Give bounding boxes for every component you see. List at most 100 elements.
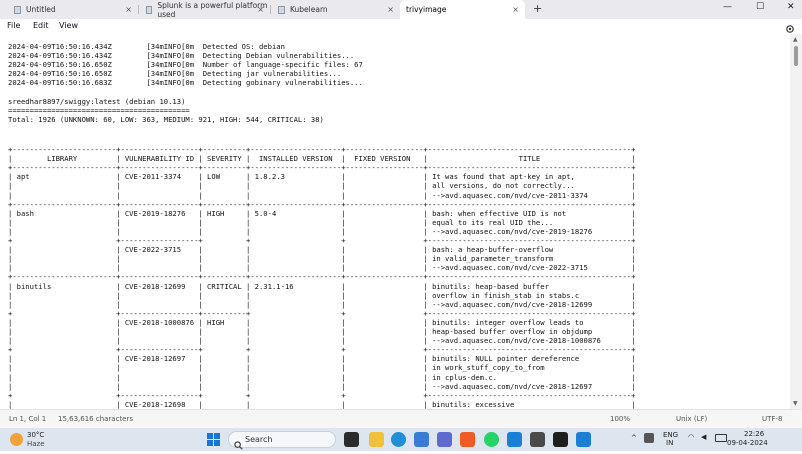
- table-row: | | | | | | heap-based buffer overflow i…: [8, 327, 635, 336]
- close-tab-icon[interactable]: ×: [387, 5, 394, 14]
- table-row: | bash | CVE-2019-18276 | HIGH | 5.0-4 |…: [8, 209, 635, 218]
- table-border: +------------------------+--------------…: [8, 272, 635, 281]
- menu-file[interactable]: File: [7, 21, 20, 30]
- tab-label: trivyimage: [406, 5, 446, 14]
- report-image-name: sreedhar8897/swiggy:latest (debian 10.13…: [8, 97, 185, 106]
- show-hidden-icons-chevron-icon[interactable]: ^: [631, 434, 637, 442]
- line-ending[interactable]: Unix (LF): [676, 415, 707, 423]
- tab-bar: Untitled × Splunk is a powerful platform…: [0, 0, 802, 19]
- windows-start-icon[interactable]: [206, 432, 221, 447]
- table-border: +------------------------+--------------…: [8, 163, 635, 172]
- photos-icon[interactable]: [414, 432, 429, 447]
- menu-bar: File Edit View: [0, 19, 802, 34]
- close-button[interactable]: ✕: [787, 2, 795, 12]
- status-bar: Ln 1, Col 1 15,63,616 characters 100% Un…: [0, 409, 802, 429]
- clock-date[interactable]: 09-04-2024: [727, 439, 768, 447]
- tab-divider: [138, 5, 139, 14]
- tab-kubelearn[interactable]: Kubelearn ×: [272, 0, 400, 19]
- log-line: 2024-04-09T16:50:16.650Z [34mINFO[0m N…: [8, 60, 363, 69]
- new-tab-button[interactable]: +: [533, 2, 542, 15]
- scroll-up-arrow-icon[interactable]: ▲: [793, 36, 798, 43]
- table-row: | | CVE-2018-1000876 | HIGH | | | binuti…: [8, 318, 635, 327]
- calculator-icon[interactable]: [530, 432, 545, 447]
- notepad-icon: [14, 6, 21, 14]
- log-line: 2024-04-09T16:50:16.434Z [34mINFO[0m D…: [8, 42, 285, 51]
- file-explorer-icon[interactable]: [369, 432, 384, 447]
- tab-label: Splunk is a powerful platform used: [157, 1, 270, 19]
- table-border: + +------------------+----------+ + +---…: [8, 309, 635, 318]
- weather-condition: Haze: [27, 440, 45, 448]
- tab-trivyimage[interactable]: trivyimage ×: [400, 0, 525, 19]
- table-row: | | | | | | all versions, do not correct…: [8, 181, 635, 190]
- tab-label: Kubelearn: [290, 5, 328, 14]
- tab-divider: [270, 5, 271, 14]
- table-border: +------------------------+--------------…: [8, 200, 635, 209]
- vertical-scrollbar[interactable]: ▲ ▼: [790, 34, 802, 409]
- maximize-button[interactable]: ☐: [756, 2, 764, 12]
- report-divider: ========================================…: [8, 106, 190, 115]
- table-row: | | | | | | -->avd.aquasec.com/nvd/cve-2…: [8, 263, 635, 272]
- weather-haze-icon: [10, 433, 23, 446]
- table-row: | | | | | | in work_stuff_copy_to_from |: [8, 363, 635, 372]
- cursor-position: Ln 1, Col 1: [9, 415, 46, 423]
- table-border: +------------------------+--------------…: [8, 145, 635, 154]
- weather-temperature: 30°C: [27, 431, 44, 439]
- close-tab-icon[interactable]: ×: [257, 5, 264, 14]
- taskbar-search[interactable]: Search: [228, 431, 336, 448]
- log-line: 2024-04-09T16:50:16.650Z [34mINFO[0m D…: [8, 69, 341, 78]
- tab-untitled[interactable]: Untitled ×: [8, 0, 138, 19]
- table-row: | | | | | | -->avd.aquasec.com/nvd/cve-2…: [8, 300, 635, 309]
- table-row: | | | | | | overflow in finish_stab in s…: [8, 291, 635, 300]
- tab-label: Untitled: [26, 5, 56, 14]
- scrollbar-thumb[interactable]: [794, 46, 798, 66]
- menu-view[interactable]: View: [59, 21, 78, 30]
- task-view-icon[interactable]: [344, 432, 359, 447]
- zoom-level[interactable]: 100%: [610, 415, 630, 423]
- table-row: | | | | | | -->avd.aquasec.com/nvd/cve-2…: [8, 336, 635, 345]
- brave-browser-icon[interactable]: [460, 432, 475, 447]
- search-icon: [234, 435, 243, 454]
- notepad-icon: [278, 6, 285, 14]
- input-region[interactable]: IN: [666, 439, 673, 447]
- table-row: | | CVE-2022-3715 | | | | bash: a heap-b…: [8, 245, 635, 254]
- report-total: Total: 1926 (UNKNOWN: 60, LOW: 363, MEDI…: [8, 115, 324, 124]
- table-row: | | | | | | -->avd.aquasec.com/nvd/cve-2…: [8, 382, 635, 391]
- table-row: | | | | | | -->avd.aquasec.com/nvd/cve-2…: [8, 191, 635, 200]
- whatsapp-icon[interactable]: [484, 432, 499, 447]
- table-row: | | | | | | in valid_parameter_transform…: [8, 254, 635, 263]
- vscode-icon[interactable]: [507, 432, 522, 447]
- encoding[interactable]: UTF-8: [762, 415, 782, 423]
- table-row: | LIBRARY | VULNERABILITY ID | SEVERITY …: [8, 154, 635, 163]
- close-tab-icon[interactable]: ×: [512, 5, 519, 14]
- search-placeholder: Search: [245, 435, 272, 444]
- minimize-button[interactable]: —: [723, 2, 732, 12]
- edge-browser-icon[interactable]: [391, 432, 406, 447]
- clock-time[interactable]: 22:26: [744, 430, 764, 438]
- table-row: | | | | | | equal to its real UID the...…: [8, 218, 635, 227]
- close-tab-icon[interactable]: ×: [125, 5, 132, 14]
- table-row: | | | | | | -->avd.aquasec.com/nvd/cve-2…: [8, 227, 635, 236]
- input-language[interactable]: ENG: [663, 431, 678, 439]
- notepad-icon: [146, 6, 152, 14]
- store-icon[interactable]: [437, 432, 452, 447]
- table-row: | apt | CVE-2011-3374 | LOW | 1.8.2.3 | …: [8, 172, 635, 181]
- table-border: + +------------------+ + + +------------…: [8, 391, 635, 400]
- table-border: + +------------------+ + + +------------…: [8, 236, 635, 245]
- wifi-icon[interactable]: ◠: [688, 433, 694, 441]
- table-border: + +------------------+ + + +------------…: [8, 345, 635, 354]
- terminal-icon[interactable]: [553, 432, 568, 447]
- volume-icon[interactable]: ◀: [701, 433, 706, 441]
- tray-app-icon[interactable]: [644, 433, 654, 443]
- log-line: 2024-04-09T16:50:16.683Z [34mINFO[0m D…: [8, 78, 363, 87]
- character-count: 15,63,616 characters: [58, 415, 133, 423]
- menu-edit[interactable]: Edit: [33, 21, 49, 30]
- taskbar: 30°C Haze Search ^ ENG IN ◠ ◀ 22:26 09-0…: [0, 428, 802, 451]
- vscode-icon[interactable]: [576, 432, 591, 447]
- scroll-down-arrow-icon[interactable]: ▼: [793, 400, 798, 407]
- table-row: | | CVE-2018-12698 | | | | binutils: exc…: [8, 400, 635, 409]
- log-line: 2024-04-09T16:50:16.434Z [34mINFO[0m D…: [8, 51, 354, 60]
- tab-splunk[interactable]: Splunk is a powerful platform used ×: [140, 0, 270, 19]
- table-row: | | | | | | in cplus-dem.c. |: [8, 373, 635, 382]
- battery-icon[interactable]: [715, 434, 727, 442]
- editor-text-area[interactable]: 2024-04-09T16:50:16.434Z [34mINFO[0m D…: [0, 34, 790, 409]
